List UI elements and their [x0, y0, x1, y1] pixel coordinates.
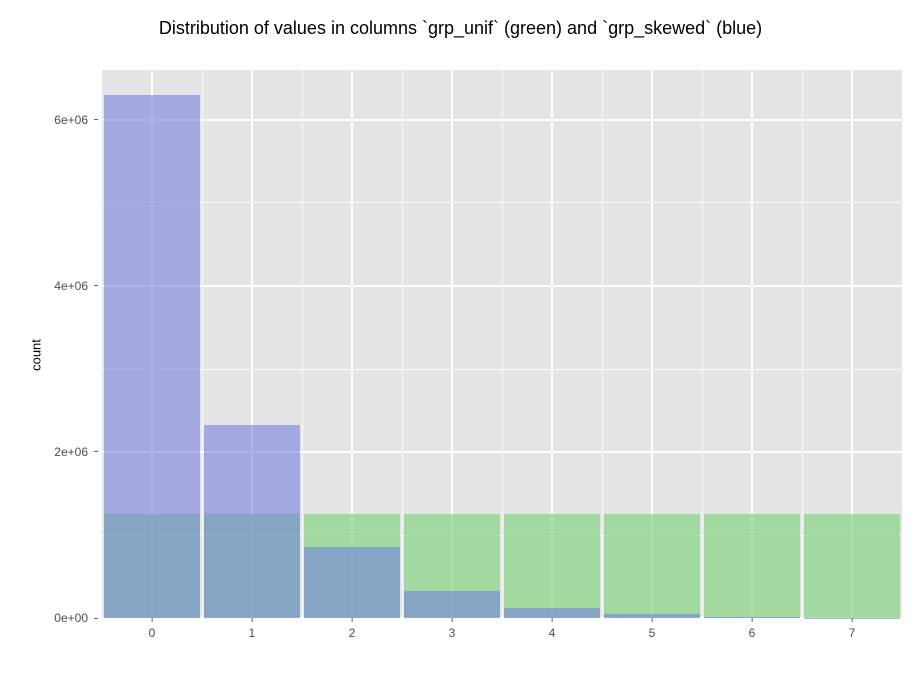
- bar-grp_unif-7: [804, 514, 900, 618]
- x-tick-label: 1: [249, 626, 256, 640]
- x-tick-label: 0: [149, 626, 156, 640]
- bar-grp_skewed-3: [404, 591, 500, 618]
- y-tick-label: 0e+00: [54, 611, 94, 625]
- bar-grp_skewed-0: [104, 95, 200, 618]
- y-tick-label: 2e+06: [54, 445, 94, 459]
- x-tick: 4: [549, 618, 556, 640]
- y-tick-label: 4e+06: [54, 279, 94, 293]
- bar-grp_skewed-1: [204, 425, 300, 618]
- x-tick-label: 5: [649, 626, 656, 640]
- x-tick-label: 6: [749, 626, 756, 640]
- plot-area: [102, 70, 902, 618]
- bar-grp_unif-5: [604, 514, 700, 618]
- x-tick-label: 7: [849, 626, 856, 640]
- y-axis-label: count: [28, 339, 43, 371]
- chart-title: Distribution of values in columns `grp_u…: [0, 0, 921, 49]
- bar-grp_unif-6: [704, 514, 800, 618]
- bar-grp_skewed-2: [304, 547, 400, 618]
- x-tick: 7: [849, 618, 856, 640]
- chart-container: count 0e+00 2e+06 4e+06 6e+06 0 1 2 3 4 5 6 7: [28, 50, 908, 660]
- x-axis: 0 1 2 3 4 5 6 7: [102, 618, 902, 648]
- x-tick-label: 3: [449, 626, 456, 640]
- x-tick: 3: [449, 618, 456, 640]
- bar-grp_skewed-4: [504, 608, 600, 618]
- y-axis: 0e+002e+064e+066e+06: [46, 70, 98, 618]
- y-tick-label: 6e+06: [54, 113, 94, 127]
- x-tick: 1: [249, 618, 256, 640]
- x-tick-label: 4: [549, 626, 556, 640]
- x-tick: 5: [649, 618, 656, 640]
- bar-grp_unif-4: [504, 514, 600, 618]
- x-tick-label: 2: [349, 626, 356, 640]
- x-tick: 2: [349, 618, 356, 640]
- x-tick: 6: [749, 618, 756, 640]
- x-tick: 0: [149, 618, 156, 640]
